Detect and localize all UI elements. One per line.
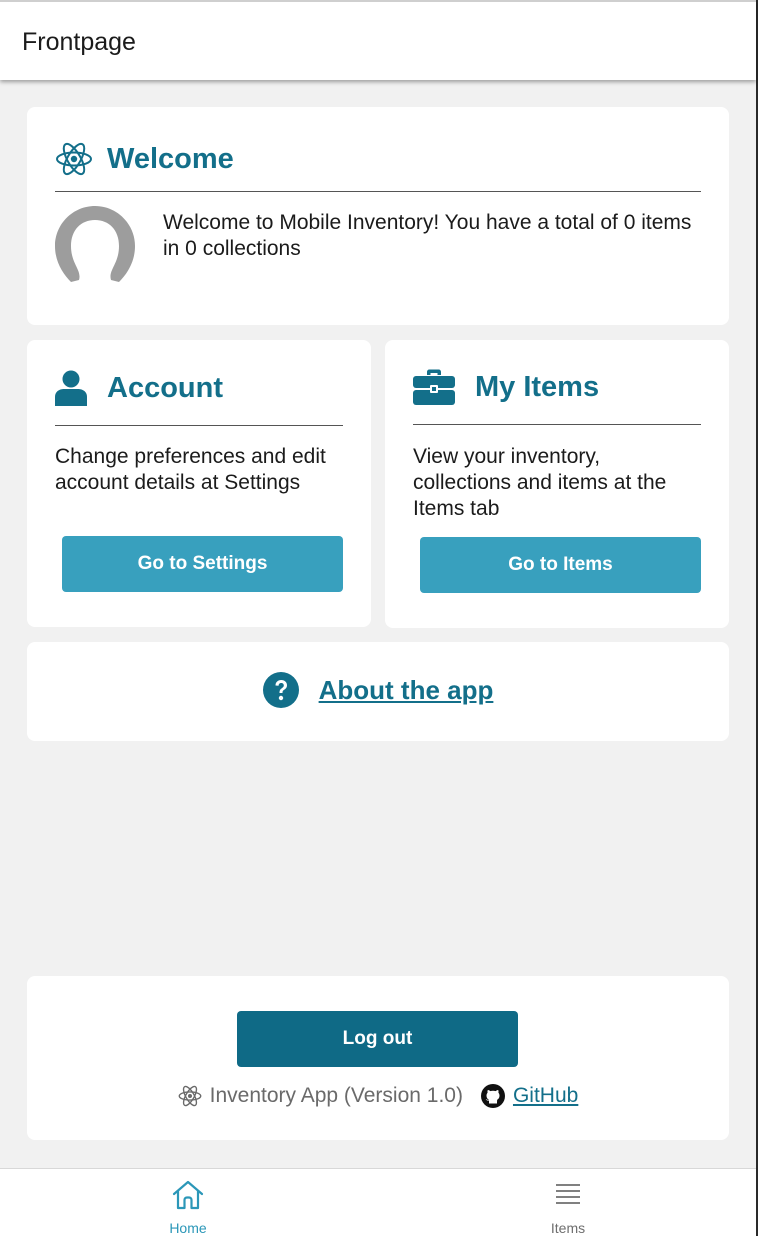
app-version-text: Inventory App (Version 1.0): [209, 1084, 463, 1107]
go-to-items-button[interactable]: Go to Items: [420, 537, 701, 593]
my-items-header: My Items: [413, 369, 599, 405]
app-bar: Frontpage: [0, 0, 756, 80]
app-info-row: Inventory App (Version 1.0) GitHub: [27, 1084, 729, 1108]
welcome-title: Welcome: [107, 142, 234, 175]
account-divider: [55, 425, 343, 426]
react-atom-icon: [56, 142, 92, 176]
page-title: Frontpage: [22, 28, 136, 56]
user-icon: [55, 370, 87, 406]
tab-items-label: Items: [550, 1220, 586, 1236]
my-items-description: View your inventory, collections and ite…: [413, 445, 667, 520]
my-items-card: My Items View your inventory, collection…: [385, 340, 729, 628]
welcome-message: Welcome to Mobile Inventory! You have a …: [163, 211, 692, 260]
about-the-app-link[interactable]: About the app: [319, 675, 494, 706]
account-title: Account: [107, 371, 223, 404]
tab-items[interactable]: Items: [508, 1169, 628, 1236]
home-icon: [172, 1180, 204, 1210]
list-icon: [556, 1184, 580, 1204]
app-screen: Frontpage Welcome Welcome to Mobile Inve…: [0, 0, 758, 1236]
footer-card: Log out Inventory App (Version 1.0) GitH…: [27, 976, 729, 1140]
go-to-settings-button[interactable]: Go to Settings: [62, 536, 343, 592]
account-description: Change preferences and edit account deta…: [55, 445, 326, 494]
about-row: About the app: [27, 672, 729, 708]
about-card: About the app: [27, 642, 729, 741]
welcome-header: Welcome: [55, 140, 234, 178]
my-items-divider: [413, 424, 701, 425]
account-card: Account Change preferences and edit acco…: [27, 340, 371, 627]
react-atom-icon: [178, 1085, 202, 1107]
github-icon: [480, 1084, 505, 1108]
welcome-card: Welcome Welcome to Mobile Inventory! You…: [27, 107, 729, 325]
account-header: Account: [55, 370, 223, 406]
github-link[interactable]: GitHub: [513, 1084, 578, 1108]
log-out-button[interactable]: Log out: [237, 1011, 518, 1067]
welcome-divider: [55, 191, 701, 192]
question-circle-icon: [262, 672, 299, 708]
bottom-tab-bar: Home Items: [0, 1168, 756, 1236]
tab-home-label: Home: [169, 1220, 207, 1236]
tab-home[interactable]: Home: [128, 1169, 248, 1236]
avatar: [55, 206, 135, 282]
my-items-title: My Items: [475, 370, 600, 403]
briefcase-icon: [413, 369, 455, 405]
